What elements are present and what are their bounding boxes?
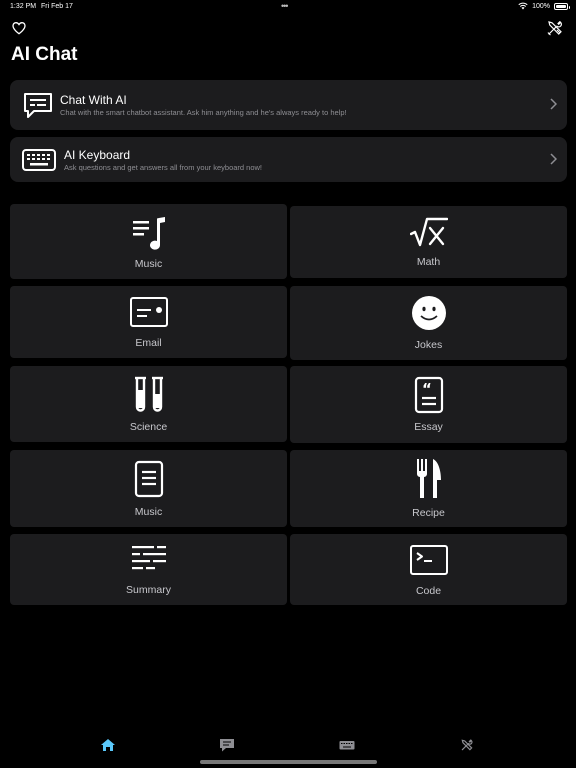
svg-text:“: “ <box>422 380 432 398</box>
battery-percent: 100% <box>532 2 550 10</box>
feature-title: Chat With AI <box>60 93 127 107</box>
feature-subtitle: Chat with the smart chatbot assistant. A… <box>60 108 347 117</box>
category-jokes-button[interactable]: Jokes <box>290 286 567 360</box>
test-tubes-icon <box>134 376 163 412</box>
page-title: AI Chat <box>11 44 78 65</box>
heart-icon[interactable] <box>11 20 27 36</box>
house-icon[interactable] <box>100 738 116 752</box>
text-lines-icon <box>131 546 166 570</box>
category-science-button[interactable]: Science <box>10 366 287 442</box>
keyboard-icon[interactable] <box>339 738 355 752</box>
chevron-right-icon <box>550 153 557 165</box>
status-date: Fri Feb 17 <box>41 3 73 10</box>
music-list-icon <box>132 217 165 250</box>
tools-icon[interactable] <box>459 738 475 752</box>
category-essay-button[interactable]: “ Essay <box>290 366 567 443</box>
wifi-icon <box>518 2 528 10</box>
category-music-2-button[interactable]: Music <box>10 450 287 527</box>
fork-knife-icon <box>416 459 441 498</box>
category-label: Essay <box>414 421 443 433</box>
tab-bar <box>0 730 576 760</box>
chat-bubble-icon <box>24 93 52 118</box>
feature-subtitle: Ask questions and get answers all from y… <box>64 163 263 172</box>
battery-icon <box>554 2 570 10</box>
chat-icon[interactable] <box>219 738 235 752</box>
status-right: 100% <box>518 2 570 10</box>
email-card-icon <box>129 297 168 327</box>
terminal-icon <box>409 545 448 575</box>
category-label: Recipe <box>412 507 445 519</box>
tools-icon[interactable] <box>546 19 564 37</box>
keyboard-icon <box>22 149 56 171</box>
category-code-button[interactable]: Code <box>290 534 567 605</box>
category-music-button[interactable]: Music <box>10 204 287 279</box>
chat-with-ai-row[interactable]: Chat With AI Chat with the smart chatbot… <box>10 80 567 130</box>
category-email-button[interactable]: Email <box>10 286 287 358</box>
chevron-right-icon <box>550 98 557 110</box>
category-summary-button[interactable]: Summary <box>10 534 287 605</box>
square-root-icon <box>409 217 448 247</box>
status-bar: 1:32 PM Fri Feb 17 ••• 100% <box>0 0 576 14</box>
multitasking-dots-icon[interactable]: ••• <box>281 1 289 11</box>
category-label: Math <box>416 256 441 268</box>
category-label: Music <box>134 506 163 518</box>
category-recipe-button[interactable]: Recipe <box>290 450 567 527</box>
smiley-icon <box>411 296 446 330</box>
category-label: Summary <box>126 584 171 596</box>
category-label: Music <box>134 258 163 270</box>
category-label: Code <box>415 585 442 597</box>
status-time: 1:32 PM <box>10 3 37 10</box>
category-label: Email <box>135 337 162 349</box>
home-indicator <box>200 760 377 764</box>
document-icon <box>134 460 163 498</box>
category-label: Jokes <box>414 339 443 351</box>
feature-title: AI Keyboard <box>64 148 131 162</box>
ai-keyboard-row[interactable]: AI Keyboard Ask questions and get answer… <box>10 137 567 182</box>
quote-document-icon: “ <box>414 376 443 414</box>
category-math-button[interactable]: Math <box>290 206 567 278</box>
category-label: Science <box>129 421 168 433</box>
